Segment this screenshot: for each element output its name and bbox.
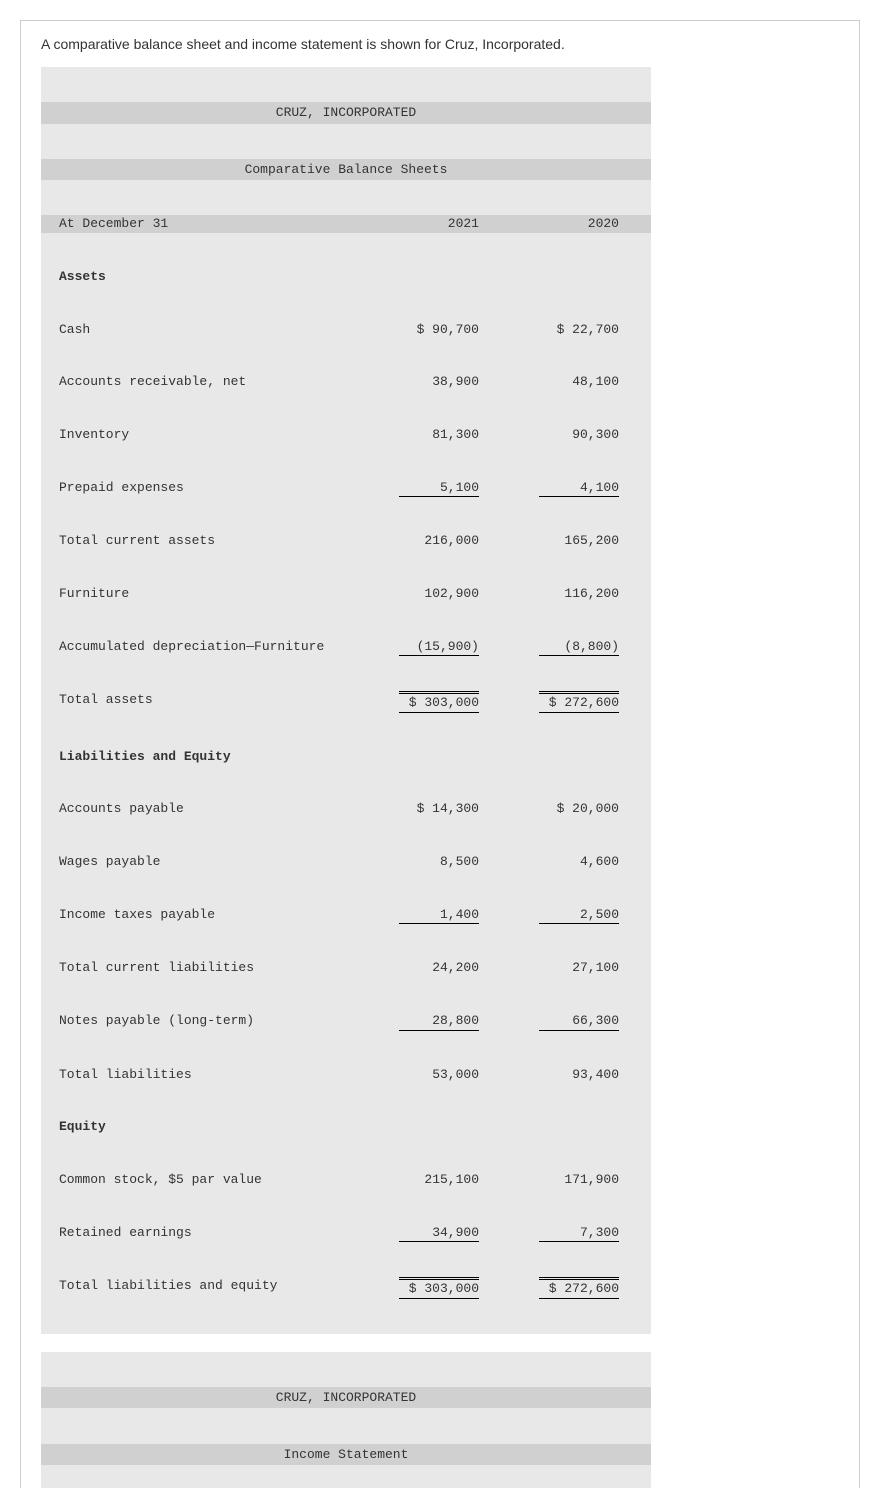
liab-header: Liabilities and Equity <box>41 748 651 766</box>
year-2021: 2021 <box>359 215 499 233</box>
assets-header: Assets <box>41 268 651 286</box>
row-tl: Total liabilities53,00093,400 <box>41 1066 651 1084</box>
row-inventory: Inventory81,30090,300 <box>41 426 651 444</box>
row-cs: Common stock, $5 par value215,100171,900 <box>41 1171 651 1189</box>
row-re: Retained earnings34,9007,300 <box>41 1224 651 1243</box>
row-cash: Cash$ 90,700$ 22,700 <box>41 321 651 339</box>
income-statement: CRUZ, INCORPORATED Income Statement For … <box>41 1352 651 1488</box>
balance-sheet: CRUZ, INCORPORATED Comparative Balance S… <box>41 67 651 1334</box>
row-tca: Total current assets216,000165,200 <box>41 532 651 550</box>
row-furniture: Furniture102,900116,200 <box>41 585 651 603</box>
row-itp: Income taxes payable1,4002,500 <box>41 906 651 925</box>
row-tcl: Total current liabilities24,20027,100 <box>41 959 651 977</box>
is-company: CRUZ, INCORPORATED <box>41 1387 651 1409</box>
is-title: Income Statement <box>41 1444 651 1466</box>
bs-title: Comparative Balance Sheets <box>41 159 651 181</box>
row-wp: Wages payable8,5004,600 <box>41 853 651 871</box>
row-ar: Accounts receivable, net38,90048,100 <box>41 373 651 391</box>
year-2020: 2020 <box>499 215 639 233</box>
row-prepaid: Prepaid expenses5,1004,100 <box>41 479 651 498</box>
problem-container: A comparative balance sheet and income s… <box>20 20 860 1488</box>
intro-text: A comparative balance sheet and income s… <box>41 36 839 52</box>
row-total-assets: Total assets$ 303,000$ 272,600 <box>41 691 651 713</box>
bs-company: CRUZ, INCORPORATED <box>41 102 651 124</box>
row-ap: Accounts payable$ 14,300$ 20,000 <box>41 800 651 818</box>
date-label: At December 31 <box>41 215 359 233</box>
bs-year-header: At December 31 2021 2020 <box>41 215 651 233</box>
row-tle: Total liabilities and equity$ 303,000$ 2… <box>41 1277 651 1299</box>
row-accum-dep: Accumulated depreciation—Furniture(15,90… <box>41 638 651 657</box>
row-np: Notes payable (long-term)28,80066,300 <box>41 1012 651 1031</box>
equity-header: Equity <box>41 1118 651 1136</box>
